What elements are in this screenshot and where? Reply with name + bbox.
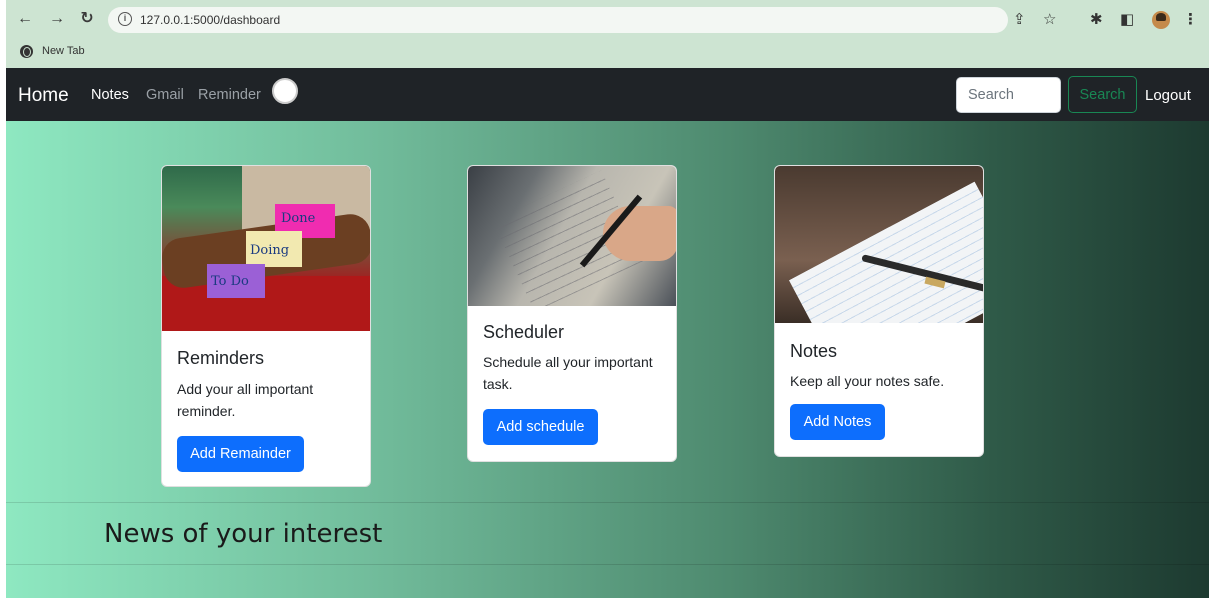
star-icon[interactable]: ☆ <box>1043 12 1056 28</box>
nav-brand-home[interactable]: Home <box>18 85 69 107</box>
nav-link-gmail[interactable]: Gmail <box>146 87 184 103</box>
back-icon[interactable]: ← <box>16 9 34 29</box>
forward-icon[interactable]: → <box>48 9 66 29</box>
add-schedule-button[interactable]: Add schedule <box>483 409 598 445</box>
search-button[interactable]: Search <box>1068 76 1137 113</box>
reload-icon[interactable]: ↻ <box>78 9 96 29</box>
menu-icon[interactable]: ⋮ <box>1183 12 1198 28</box>
card-notes: Notes Keep all your notes safe. Add Note… <box>774 165 984 457</box>
bookmark-label: New Tab <box>42 45 85 57</box>
browser-toolbar: ← → ↻ i 127.0.0.1:5000/dashboard ⇪ ☆ ✱ ◧… <box>6 4 1209 34</box>
card-reminders: Done Doing To Do Reminders Add your all … <box>161 165 371 487</box>
app-navbar: Home Notes Gmail Reminder Search Logout <box>6 68 1209 121</box>
theme-toggle[interactable] <box>272 78 298 104</box>
card-text: Add your all important reminder. <box>177 381 314 419</box>
card-text: Keep all your notes safe. <box>790 373 945 389</box>
browser-chrome: ← → ↻ i 127.0.0.1:5000/dashboard ⇪ ☆ ✱ ◧… <box>6 0 1209 68</box>
card-scheduler: Scheduler Schedule all your important ta… <box>467 165 677 462</box>
search-input[interactable] <box>956 77 1061 113</box>
address-url: 127.0.0.1:5000/dashboard <box>140 13 281 27</box>
add-reminder-button[interactable]: Add Remainder <box>177 436 304 472</box>
add-notes-button[interactable]: Add Notes <box>790 404 885 440</box>
sticky-notes-image: Done Doing To Do <box>162 166 370 331</box>
news-heading: News of your interest <box>104 519 383 549</box>
bookmark-new-tab[interactable]: New Tab <box>20 42 85 60</box>
note-doing: Doing <box>246 231 302 267</box>
sidepanel-icon[interactable]: ◧ <box>1120 12 1134 28</box>
nav-link-reminder[interactable]: Reminder <box>198 87 261 103</box>
extensions-icon[interactable]: ✱ <box>1090 12 1103 28</box>
address-bar[interactable]: i 127.0.0.1:5000/dashboard <box>108 7 1008 33</box>
profile-avatar[interactable] <box>1152 11 1170 29</box>
card-text: Schedule all your important task. <box>483 354 653 392</box>
divider <box>6 564 1209 565</box>
card-title: Scheduler <box>483 322 565 342</box>
card-title: Notes <box>790 341 838 361</box>
notebook-pen-image <box>775 166 983 323</box>
note-todo: To Do <box>207 264 265 298</box>
divider <box>6 502 1209 503</box>
main-content: Done Doing To Do Reminders Add your all … <box>6 121 1209 598</box>
share-icon[interactable]: ⇪ <box>1013 12 1026 28</box>
nav-link-notes[interactable]: Notes <box>91 87 129 103</box>
notebook-writing-image <box>468 166 676 306</box>
info-icon[interactable]: i <box>118 12 132 26</box>
globe-icon <box>20 44 33 58</box>
logout-link[interactable]: Logout <box>1145 87 1191 104</box>
card-title: Reminders <box>177 348 265 368</box>
